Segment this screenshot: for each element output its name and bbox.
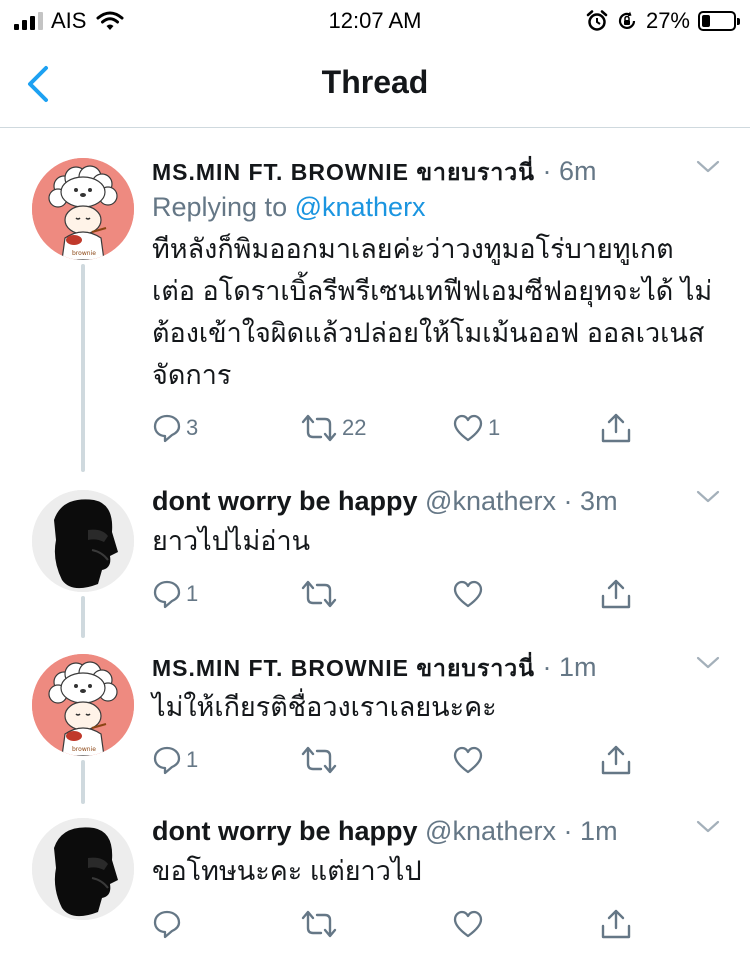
share-button[interactable] xyxy=(600,904,632,944)
like-button[interactable]: 1 xyxy=(452,408,500,448)
reply-icon xyxy=(152,579,182,609)
tweet[interactable]: dont worry be happy @knatherx · 1m ขอโทษ… xyxy=(0,812,750,960)
reply-button[interactable]: 3 xyxy=(152,408,198,448)
chevron-down-icon[interactable] xyxy=(694,486,722,508)
tweet-content: MS.MIN FT. BROWNIE ขายบราวนี่ · 6m Reply… xyxy=(152,154,722,396)
tweet-header: MS.MIN FT. BROWNIE ขายบราวนี่ · 6m xyxy=(152,154,722,188)
replying-prefix: Replying to xyxy=(152,192,295,222)
action-bar: 1 xyxy=(152,740,642,780)
avatar[interactable] xyxy=(32,490,134,592)
tweet[interactable]: MS.MIN FT. BROWNIE ขายบราวนี่ · 1m ไม่ให… xyxy=(0,648,750,798)
chevron-down-icon[interactable] xyxy=(694,652,722,674)
share-icon xyxy=(600,744,632,776)
separator: · xyxy=(563,486,573,516)
tweet-text: ทีหลังก็พิมออกมาเลยค่ะว่าวงทูมอโร่บายทูเ… xyxy=(152,234,713,390)
share-button[interactable] xyxy=(600,408,632,448)
reply-count: 1 xyxy=(186,581,199,606)
user-handle[interactable]: @knatherx xyxy=(425,816,556,846)
retweet-button[interactable] xyxy=(300,904,342,944)
chevron-down-icon[interactable] xyxy=(694,156,722,178)
retweet-count: 22 xyxy=(342,415,367,440)
separator: · xyxy=(542,652,552,682)
share-icon xyxy=(600,578,632,610)
display-name[interactable]: MS.MIN FT. BROWNIE ขายบราวนี่ xyxy=(152,655,535,681)
heart-icon xyxy=(452,745,484,775)
separator: · xyxy=(542,156,552,186)
heart-icon xyxy=(452,413,484,443)
battery-icon xyxy=(698,11,740,31)
like-button[interactable] xyxy=(452,904,488,944)
like-button[interactable] xyxy=(452,740,488,780)
like-button[interactable] xyxy=(452,574,488,614)
timestamp: 6m xyxy=(558,156,597,186)
action-bar: 3 22 1 xyxy=(152,408,642,448)
heart-icon xyxy=(452,909,484,939)
like-count: 1 xyxy=(488,415,501,440)
tweet-text: ไม่ให้เกียรติชื่อวงเราเลยนะคะ xyxy=(152,692,497,722)
timestamp: 1m xyxy=(558,652,597,682)
tweet[interactable]: dont worry be happy @knatherx · 3m ยาวไป… xyxy=(0,482,750,632)
timestamp: 3m xyxy=(580,486,618,516)
heart-icon xyxy=(452,579,484,609)
avatar[interactable] xyxy=(32,158,134,260)
retweet-icon xyxy=(300,909,338,939)
user-handle[interactable]: @knatherx xyxy=(425,486,556,516)
display-name[interactable]: MS.MIN FT. BROWNIE ขายบราวนี่ xyxy=(152,159,535,185)
status-right: 27% xyxy=(586,8,740,34)
action-bar xyxy=(152,904,642,944)
tweet-content: dont worry be happy @knatherx · 1m ขอโทษ… xyxy=(152,814,722,892)
battery-fill xyxy=(702,15,710,27)
retweet-icon xyxy=(300,413,338,443)
share-icon xyxy=(600,908,632,940)
tweet-header: dont worry be happy @knatherx · 3m xyxy=(152,484,722,518)
battery-percent: 27% xyxy=(645,8,690,33)
avatar[interactable] xyxy=(32,654,134,756)
reply-count: 3 xyxy=(186,415,199,440)
share-button[interactable] xyxy=(600,740,632,780)
replying-to: Replying to @knatherx xyxy=(152,188,722,226)
reply-icon xyxy=(152,413,182,443)
timestamp: 1m xyxy=(580,816,618,846)
tweet-header: dont worry be happy @knatherx · 1m xyxy=(152,814,722,848)
action-bar: 1 xyxy=(152,574,642,614)
tweet-text: ขอโทษนะคะ แต่ยาวไป xyxy=(152,856,422,886)
retweet-button[interactable]: 22 xyxy=(300,408,366,448)
status-bar: AIS 12:07 AM 27% xyxy=(0,0,750,40)
retweet-icon xyxy=(300,579,338,609)
chevron-down-icon[interactable] xyxy=(694,816,722,838)
reply-icon xyxy=(152,909,182,939)
avatar[interactable] xyxy=(32,818,134,920)
tweet-text: ยาวไปไม่อ่าน xyxy=(152,526,311,556)
retweet-button[interactable] xyxy=(300,740,342,780)
separator: · xyxy=(563,816,573,846)
mention-link[interactable]: @knatherx xyxy=(295,192,426,222)
display-name[interactable]: dont worry be happy xyxy=(152,486,418,516)
reply-button[interactable]: 1 xyxy=(152,574,198,614)
reply-button[interactable] xyxy=(152,904,186,944)
tweet[interactable]: MS.MIN FT. BROWNIE ขายบราวนี่ · 6m Reply… xyxy=(0,150,750,470)
display-name[interactable]: dont worry be happy xyxy=(152,816,418,846)
tweet-header: MS.MIN FT. BROWNIE ขายบราวนี่ · 1m xyxy=(152,650,722,684)
retweet-button[interactable] xyxy=(300,574,342,614)
reply-icon xyxy=(152,745,182,775)
retweet-icon xyxy=(300,745,338,775)
alarm-icon xyxy=(586,10,608,31)
page-title: Thread xyxy=(321,64,429,100)
share-icon xyxy=(600,412,632,444)
tweet-content: MS.MIN FT. BROWNIE ขายบราวนี่ · 1m ไม่ให… xyxy=(152,650,722,728)
reply-count: 1 xyxy=(186,747,199,772)
tweet-content: dont worry be happy @knatherx · 3m ยาวไป… xyxy=(152,484,722,562)
rotation-lock-icon xyxy=(618,11,636,30)
reply-button[interactable]: 1 xyxy=(152,740,198,780)
navigation-bar: Thread xyxy=(0,40,750,128)
share-button[interactable] xyxy=(600,574,632,614)
